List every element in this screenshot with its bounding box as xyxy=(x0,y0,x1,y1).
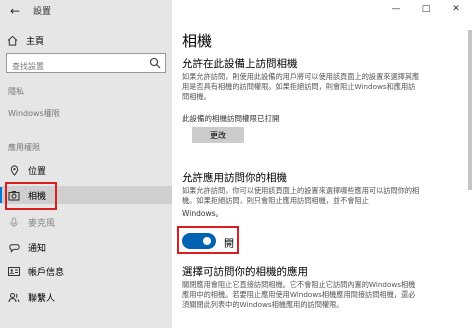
sidebar-item-label: 帳戶信息 xyxy=(28,267,65,278)
back-button[interactable]: ← xyxy=(0,0,30,22)
sidebar-item-account-info[interactable]: 帳戶信息 xyxy=(0,262,172,280)
account-info-icon xyxy=(8,265,20,277)
close-button[interactable]: ✕ xyxy=(444,0,468,18)
main-content: — □ ✕ 相機 允許在此設備上訪問相機 如果允許訪問，則使用此設備的用戶將可以… xyxy=(172,0,474,328)
device-access-status: 此設備的相機訪問權限已打開 xyxy=(182,114,280,123)
sidebar-item-contacts[interactable]: 聯繫人 xyxy=(0,288,172,306)
sidebar-item-label: 麥克風 xyxy=(28,218,56,229)
section-heading-choose-apps: 選擇可訪問你的相機的應用 xyxy=(182,266,308,278)
search-box[interactable] xyxy=(6,53,166,76)
device-access-description: 如果允許訪問，則使用此設備的用戶將可以使用該頁面上的設置來選擇其應用是否具有相機… xyxy=(182,72,420,101)
home-item[interactable]: 主頁 xyxy=(7,33,44,47)
page-title: 相機 xyxy=(182,32,213,50)
contacts-icon xyxy=(8,291,20,303)
toggle-highlight-box xyxy=(177,226,239,254)
camera-highlight-box xyxy=(5,182,57,210)
sidebar-item-notifications[interactable]: 通知 xyxy=(0,238,172,256)
app-access-description-tail: Windows。 xyxy=(182,209,223,218)
minimize-button[interactable]: — xyxy=(384,0,408,18)
scrollbar[interactable] xyxy=(468,30,472,190)
maximize-icon: □ xyxy=(421,4,431,14)
sidebar-item-microphone[interactable]: 麥克風 xyxy=(0,213,172,231)
app-title: 設置 xyxy=(33,7,52,17)
microphone-icon xyxy=(8,216,20,228)
sidebar-item-label: 通知 xyxy=(28,243,47,254)
search-input[interactable] xyxy=(7,57,143,76)
sidebar: ← 設置 主頁 隱私 Windows權限 應用權限 位置 相機 麥克風 xyxy=(0,0,172,328)
home-label: 主頁 xyxy=(26,36,45,47)
home-icon xyxy=(7,35,18,46)
app-permissions-label: 應用權限 xyxy=(8,143,40,152)
privacy-section-label: 隱私 xyxy=(8,87,24,96)
close-icon: ✕ xyxy=(452,4,460,14)
minimize-icon: — xyxy=(391,4,401,14)
change-button[interactable]: 更改 xyxy=(192,127,244,143)
windows-permissions-label: Windows權限 xyxy=(8,109,60,118)
search-icon[interactable] xyxy=(149,57,161,69)
back-arrow-icon: ← xyxy=(9,4,21,18)
sidebar-item-label: 聯繫人 xyxy=(28,293,56,304)
notification-icon xyxy=(8,241,20,253)
sidebar-item-location[interactable]: 位置 xyxy=(0,161,172,179)
section-heading-app-access: 允許應用訪問你的相機 xyxy=(182,172,287,184)
location-icon xyxy=(8,164,20,176)
section-heading-device-access: 允許在此設備上訪問相機 xyxy=(182,58,298,70)
choose-apps-description: 關閉應用會阻止它直接訪問相機。它不會阻止它訪問內置的Windows相機應用中的相… xyxy=(182,280,416,309)
app-access-description: 如果允許訪問，你可以使用該頁面上的設置來選擇哪些應用可以訪問你的相機。如果拒絕訪… xyxy=(182,186,420,205)
sidebar-item-label: 位置 xyxy=(28,166,47,177)
maximize-button[interactable]: □ xyxy=(414,0,438,18)
